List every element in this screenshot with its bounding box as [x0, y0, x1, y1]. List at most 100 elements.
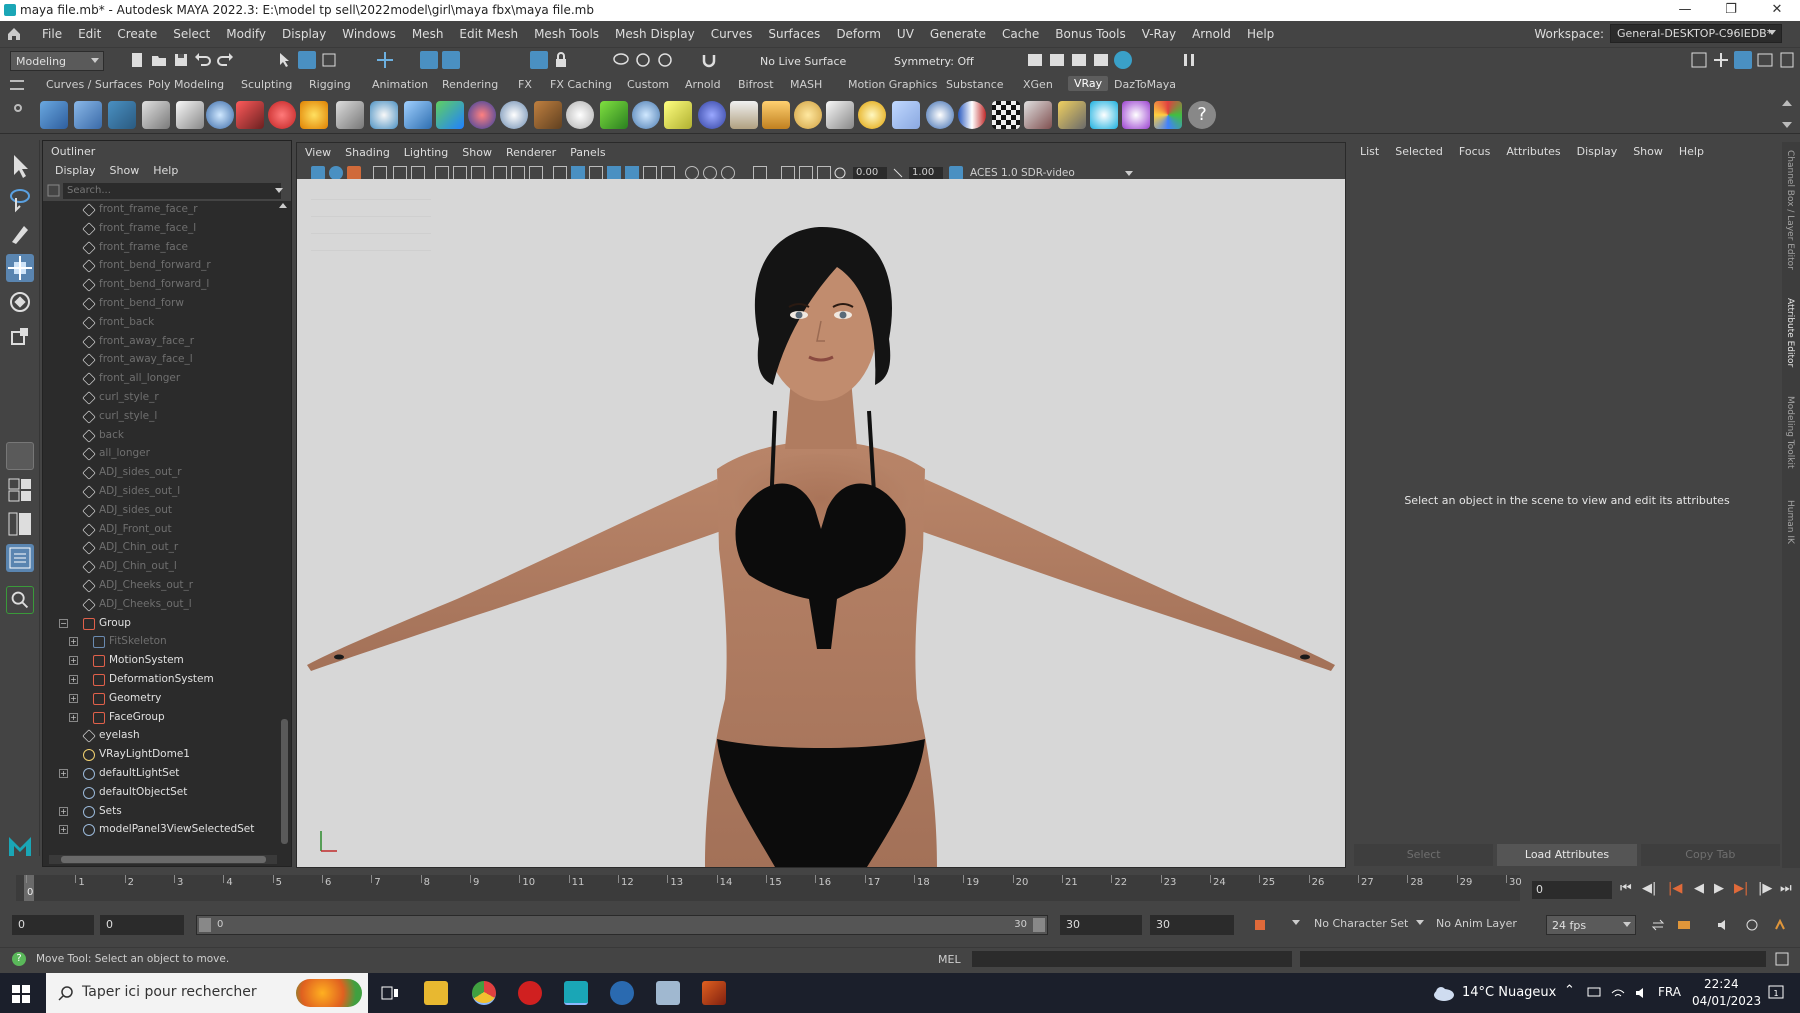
shelf-tab-fx-caching[interactable]: FX Caching — [550, 78, 612, 91]
shelf-scroll-down-icon[interactable] — [1782, 122, 1792, 128]
safe-action-icon[interactable] — [529, 166, 543, 180]
range-start-handle[interactable] — [199, 918, 211, 932]
menu-edit[interactable]: Edit — [70, 27, 109, 41]
xray-joints-icon[interactable] — [817, 166, 831, 180]
camera-attributes-icon[interactable] — [329, 166, 343, 180]
menu-generate[interactable]: Generate — [922, 27, 994, 41]
restore-icon[interactable]: ❐ — [1708, 0, 1754, 21]
symmetry-dropdown[interactable]: Symmetry: Off — [888, 51, 988, 71]
ae-menu-list[interactable]: List — [1360, 145, 1379, 158]
magnet-icon[interactable] — [700, 51, 718, 69]
vray-globe-icon[interactable] — [926, 101, 954, 129]
two-d-pan-icon[interactable] — [393, 166, 407, 180]
shelf-tab-motion-graphics[interactable]: Motion Graphics — [848, 78, 937, 91]
range-slider-bar[interactable]: 0 30 — [196, 915, 1048, 935]
viewport-menu-renderer[interactable]: Renderer — [506, 146, 556, 160]
vray-camera-icon[interactable] — [236, 101, 264, 129]
color-management-icon[interactable] — [949, 166, 963, 180]
shelf-tab-animation[interactable]: Animation — [372, 78, 428, 91]
persp-outliner-layout-icon[interactable] — [6, 510, 34, 538]
range-end-handle[interactable] — [1033, 918, 1045, 932]
filter-icon[interactable] — [47, 184, 60, 197]
snap-point-icon[interactable] — [530, 51, 548, 69]
outliner-item[interactable]: ADJ_Cheeks_out_r — [43, 577, 279, 596]
close-icon[interactable]: ✕ — [1754, 0, 1800, 21]
outliner-item[interactable]: curl_style_r — [43, 389, 279, 408]
film-gate-icon[interactable] — [453, 166, 467, 180]
time-slider-track[interactable]: 0 1 2 3 4 5 6 7 8 9 10 11 12 13 14 15 16 17 18 19 20 21 22 23 2… — [16, 875, 1522, 901]
viewport-menu-panels[interactable]: Panels — [570, 146, 605, 160]
auto-key-icon[interactable] — [1252, 917, 1268, 933]
menu-mesh-tools[interactable]: Mesh Tools — [526, 27, 607, 41]
lock-icon[interactable] — [552, 51, 570, 69]
menu-arnold[interactable]: Arnold — [1184, 27, 1239, 41]
outliner-vertical-scroll-thumb[interactable] — [281, 719, 288, 844]
move-tool-active-icon[interactable] — [6, 254, 34, 282]
shelf-tab-bifrost[interactable]: Bifrost — [738, 78, 774, 91]
tab-channel-box[interactable]: Channel Box / Layer Editor — [1785, 150, 1795, 270]
task-view-icon[interactable] — [378, 981, 402, 1005]
resolution-gate-icon[interactable] — [471, 166, 485, 180]
snap-grid-icon[interactable] — [420, 51, 438, 69]
shelf-tab-substance[interactable]: Substance — [946, 78, 1004, 91]
go-to-end-icon[interactable]: ⏭ — [1780, 881, 1792, 896]
channel-box-icon[interactable] — [1778, 51, 1796, 69]
go-to-start-icon[interactable]: ⏮ — [1620, 881, 1632, 896]
shelf-tab-rigging[interactable]: Rigging — [309, 78, 351, 91]
render-frame-icon[interactable] — [1048, 51, 1066, 69]
outliner-item[interactable]: curl_style_l — [43, 408, 279, 427]
chrome-icon[interactable] — [472, 981, 496, 1005]
vray-scatter-icon[interactable] — [632, 101, 660, 129]
outliner-item[interactable]: eyelash — [43, 727, 279, 746]
render-settings-icon[interactable] — [1092, 51, 1110, 69]
search-icon[interactable] — [6, 586, 34, 614]
bookmarks-icon[interactable] — [347, 166, 361, 180]
shelf-tab-xgen[interactable]: XGen — [1023, 78, 1053, 91]
vray-vision-icon[interactable] — [1122, 101, 1150, 129]
sound-icon[interactable] — [1716, 917, 1732, 933]
script-editor-icon[interactable] — [1774, 951, 1790, 967]
outliner-item[interactable]: VRayLightDome1 — [43, 746, 279, 765]
outliner-item[interactable]: + defaultLightSet — [43, 765, 279, 784]
select-object-icon[interactable] — [298, 51, 316, 69]
outliner-item[interactable]: front_frame_face — [43, 239, 279, 258]
isolate-select-icon[interactable] — [753, 166, 767, 180]
vray-ies-light-icon[interactable] — [436, 101, 464, 129]
expand-icon[interactable]: + — [59, 768, 68, 778]
tab-human-ik[interactable]: Human IK — [1785, 500, 1795, 544]
select-camera-icon[interactable] — [311, 166, 325, 180]
ae-select-button[interactable]: Select — [1354, 844, 1494, 866]
menu-display[interactable]: Display — [274, 27, 334, 41]
rotate-tool-icon[interactable] — [634, 51, 652, 69]
menu-curves[interactable]: Curves — [703, 27, 761, 41]
vray-spot-icon[interactable] — [826, 101, 854, 129]
shelf-menu-icon[interactable] — [10, 80, 24, 90]
menu-bonus-tools[interactable]: Bonus Tools — [1047, 27, 1133, 41]
rotate-tool-icon[interactable] — [6, 288, 34, 316]
outliner-item[interactable]: + Sets — [43, 803, 279, 822]
menu-set-dropdown[interactable]: Modeling — [10, 51, 104, 71]
outliner-item[interactable]: front_bend_forward_r — [43, 257, 279, 276]
attribute-editor-toggle-icon[interactable] — [1734, 51, 1752, 69]
vray-sphere-icon[interactable] — [268, 101, 296, 129]
expand-icon[interactable]: + — [69, 674, 78, 684]
menu-mesh-display[interactable]: Mesh Display — [607, 27, 703, 41]
ae-load-attributes-button[interactable]: Load Attributes — [1497, 844, 1637, 866]
menu-deform[interactable]: Deform — [828, 27, 889, 41]
undo-icon[interactable] — [194, 51, 212, 69]
motion-blur-icon[interactable] — [685, 166, 699, 180]
vray-sun-light-icon[interactable] — [858, 101, 886, 129]
outliner-search-input[interactable]: Search... — [63, 183, 281, 199]
shelf-tab-vray[interactable]: VRay — [1068, 76, 1109, 91]
outliner-item[interactable]: front_away_face_r — [43, 333, 279, 352]
image-plane-icon[interactable] — [373, 166, 387, 180]
outliner-item[interactable]: ADJ_sides_out — [43, 502, 279, 521]
network-icon[interactable] — [1586, 985, 1602, 1001]
chevron-down-icon[interactable] — [1292, 920, 1300, 925]
step-back-frame-icon[interactable]: |◀ — [1668, 881, 1682, 896]
ae-copy-tab-button[interactable]: Copy Tab — [1640, 844, 1780, 866]
workspace-dropdown[interactable]: General-DESKTOP-C96IEDB* — [1610, 24, 1782, 43]
menu-create[interactable]: Create — [109, 27, 165, 41]
viewport-menu-shading[interactable]: Shading — [345, 146, 390, 160]
expand-icon[interactable]: + — [59, 806, 68, 816]
